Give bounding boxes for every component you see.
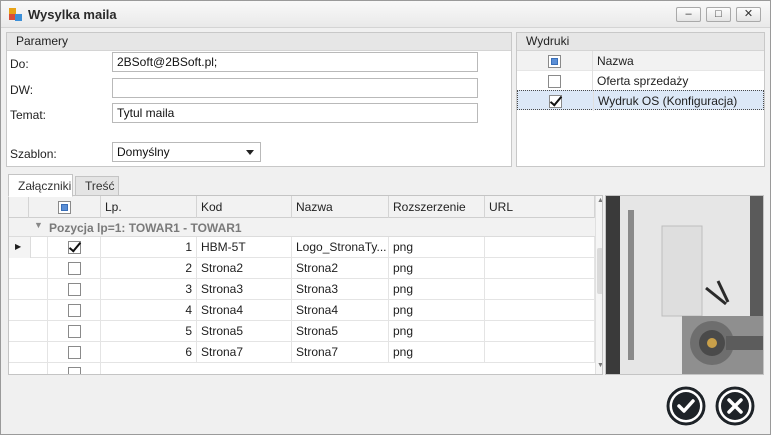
x-icon <box>715 386 755 426</box>
printouts-header: Wydruki <box>517 33 764 51</box>
printout-checkbox[interactable] <box>549 95 562 109</box>
select-all-attachments-checkbox[interactable] <box>58 201 71 215</box>
cell-nazwa: Strona3 <box>292 279 389 300</box>
group-row[interactable]: ▼ Pozycja lp=1: TOWAR1 - TOWAR1 <box>9 218 602 237</box>
cell-nazwa: Strona5 <box>292 321 389 342</box>
cell-lp: 1 <box>101 237 197 258</box>
printout-checkbox[interactable] <box>548 75 561 89</box>
cell-kod: Strona4 <box>197 300 292 321</box>
cell-rozszerzenie: png <box>389 342 485 363</box>
column-kod[interactable]: Kod <box>197 196 292 218</box>
machine-photo <box>606 196 763 374</box>
tab-attachments[interactable]: Załączniki <box>8 174 73 197</box>
column-rozszerzenie[interactable]: Rozszerzenie <box>389 196 485 218</box>
group-label: Pozycja lp=1: TOWAR1 - TOWAR1 <box>49 221 242 235</box>
params-header: Paramery <box>7 33 511 51</box>
attachment-checkbox[interactable] <box>67 283 81 297</box>
cc-label: DW: <box>10 83 34 97</box>
params-panel: Paramery Do: 2BSoft@2BSoft.pl; DW: Temat… <box>6 32 512 167</box>
cell-kod: Strona3 <box>197 279 292 300</box>
collapse-icon[interactable]: ▼ <box>34 220 43 230</box>
cell-lp: 2 <box>101 258 197 279</box>
cell-nazwa: Strona2 <box>292 258 389 279</box>
cell-rozszerzenie: png <box>389 258 485 279</box>
cell-url <box>485 321 595 342</box>
printouts-column-name: Nazwa <box>597 54 634 68</box>
attachment-checkbox[interactable] <box>67 262 81 276</box>
cell-nazwa: Logo_StronaTy... <box>292 237 389 258</box>
cell-kod: Strona7 <box>197 342 292 363</box>
cell-rozszerzenie: png <box>389 321 485 342</box>
table-row[interactable]: 4 Strona4 Strona4 png <box>9 300 602 321</box>
cell-lp: 5 <box>101 321 197 342</box>
template-label: Szablon: <box>10 147 57 161</box>
attachments-grid: Lp. Kod Nazwa Rozszerzenie URL ▼ Pozycja… <box>8 195 603 375</box>
cc-field[interactable] <box>112 78 478 98</box>
cell-rozszerzenie: png <box>389 300 485 321</box>
app-icon <box>9 8 22 21</box>
grid-header: Lp. Kod Nazwa Rozszerzenie URL <box>9 196 602 218</box>
subject-field[interactable]: Tytul maila <box>112 103 478 123</box>
printouts-panel: Wydruki Nazwa Oferta sprzedaży Wydruk OS… <box>516 32 765 167</box>
grid-scrollbar[interactable]: ▲ ▼ <box>595 196 602 374</box>
to-field[interactable]: 2BSoft@2BSoft.pl; <box>112 52 478 72</box>
attachment-checkbox[interactable] <box>67 241 81 255</box>
cell-rozszerzenie: png <box>389 279 485 300</box>
column-nazwa[interactable]: Nazwa <box>292 196 389 218</box>
cell-lp: 6 <box>101 342 197 363</box>
printout-row[interactable]: Oferta sprzedaży <box>517 71 764 91</box>
cell-kod: Strona2 <box>197 258 292 279</box>
cell-url <box>485 258 595 279</box>
cell-kod: Strona5 <box>197 321 292 342</box>
confirm-button[interactable] <box>666 386 706 426</box>
cancel-button[interactable] <box>715 386 755 426</box>
row-indicator: ▶ <box>9 237 31 258</box>
table-row[interactable]: 3 Strona3 Strona3 png <box>9 279 602 300</box>
table-row[interactable]: 6 Strona7 Strona7 png <box>9 342 602 363</box>
scroll-thumb[interactable] <box>597 248 602 294</box>
printout-label: Wydruk OS (Konfiguracja) <box>598 94 738 108</box>
scroll-down-icon[interactable]: ▼ <box>597 362 602 369</box>
checkmark-icon <box>666 386 706 426</box>
cell-nazwa: Strona4 <box>292 300 389 321</box>
printouts-header-row: Nazwa <box>517 51 764 71</box>
printout-label: Oferta sprzedaży <box>597 74 689 88</box>
cell-kod: HBM-5T <box>197 237 292 258</box>
mail-window: Wysylka maila – □ ✕ Paramery Do: 2BSoft@… <box>0 0 771 435</box>
cell-rozszerzenie: png <box>389 237 485 258</box>
cell-nazwa: Strona7 <box>292 342 389 363</box>
to-label: Do: <box>10 57 29 71</box>
table-row-partial[interactable] <box>9 363 602 374</box>
select-all-checkbox[interactable] <box>548 55 561 69</box>
window-title: Wysylka maila <box>28 7 117 22</box>
cell-url <box>485 300 595 321</box>
cell-lp: 4 <box>101 300 197 321</box>
minimize-button[interactable]: – <box>676 7 701 22</box>
attachment-checkbox[interactable] <box>67 304 81 318</box>
column-url[interactable]: URL <box>485 196 595 218</box>
cell-lp: 3 <box>101 279 197 300</box>
maximize-button[interactable]: □ <box>706 7 731 22</box>
template-value: Domyślny <box>117 145 170 159</box>
cell-url <box>485 342 595 363</box>
title-bar: Wysylka maila – □ ✕ <box>1 1 770 28</box>
table-row[interactable]: ▶ 1 HBM-5T Logo_StronaTy... png <box>9 237 602 258</box>
close-button[interactable]: ✕ <box>736 7 761 22</box>
current-row-icon: ▶ <box>15 242 22 251</box>
attachment-preview-image <box>605 195 764 375</box>
cell-url <box>485 237 595 258</box>
attachment-checkbox[interactable] <box>67 346 81 360</box>
cell-url <box>485 279 595 300</box>
attachment-checkbox[interactable] <box>67 367 81 374</box>
chevron-down-icon <box>246 150 254 155</box>
scroll-up-icon[interactable]: ▲ <box>597 197 602 204</box>
table-row[interactable]: 2 Strona2 Strona2 png <box>9 258 602 279</box>
printout-row[interactable]: Wydruk OS (Konfiguracja) <box>517 90 764 111</box>
tab-content[interactable]: Treść <box>75 176 119 196</box>
subject-label: Temat: <box>10 108 47 122</box>
table-row[interactable]: 5 Strona5 Strona5 png <box>9 321 602 342</box>
column-lp[interactable]: Lp. <box>101 196 197 218</box>
template-select[interactable]: Domyślny <box>112 142 261 162</box>
attachment-checkbox[interactable] <box>67 325 81 339</box>
